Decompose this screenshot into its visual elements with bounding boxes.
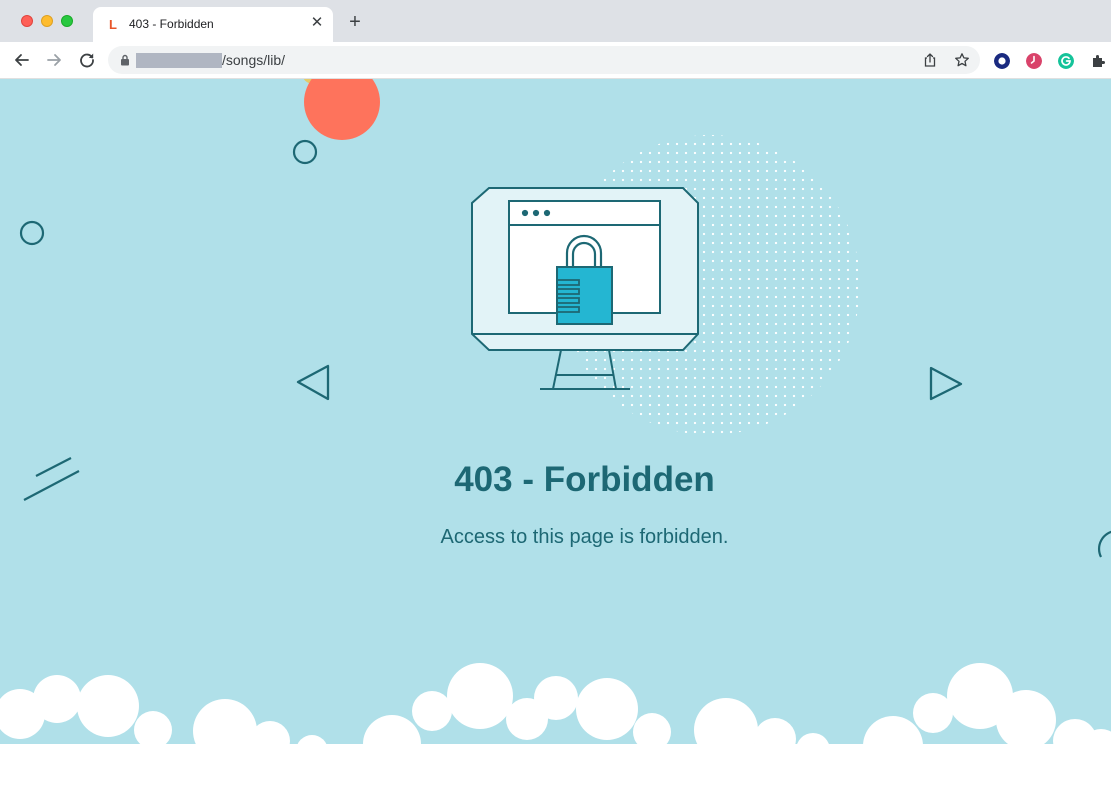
window-titlebar: L 403 - Forbidden ✕ + [0,0,1111,42]
close-window-button[interactable] [21,15,33,27]
tab-close-icon[interactable]: ✕ [309,15,325,31]
left-triangle-decoration [296,364,330,401]
lock-icon[interactable] [120,54,130,66]
right-triangle-decoration [929,366,963,401]
redacted-url-host [136,53,222,68]
illustration [0,79,1111,806]
clock-extension-icon[interactable] [1026,53,1042,69]
clouds-decoration [0,663,1111,806]
forward-arrow-icon[interactable] [43,49,65,71]
error-page: 403 - Forbidden Access to this page is f… [0,79,1111,806]
address-bar[interactable]: /songs/lib/ [108,46,980,74]
orange-sun-decoration [304,79,380,140]
error-message: Access to this page is forbidden. [440,526,729,548]
back-arrow-icon[interactable] [11,49,33,71]
browser-tab[interactable]: L 403 - Forbidden ✕ [93,7,333,42]
minimize-window-button[interactable] [41,15,53,27]
puzzle-extensions-icon[interactable] [1090,53,1106,69]
dark-circle-extension-icon[interactable] [994,53,1010,69]
grammarly-icon[interactable] [1058,53,1074,69]
ring-decoration [19,220,45,246]
tab-title: 403 - Forbidden [129,17,214,31]
browser-toolbar: /songs/lib/ [0,42,1111,79]
share-icon[interactable] [922,52,938,68]
reload-icon[interactable] [76,49,98,71]
new-tab-button[interactable]: + [345,12,365,32]
zoom-window-button[interactable] [61,15,73,27]
star-icon[interactable] [954,52,970,68]
page-title: 403 - Forbidden [454,460,715,499]
ring-decoration [292,139,318,165]
tab-favicon-icon: L [109,17,117,32]
url-path: /songs/lib/ [222,52,286,68]
